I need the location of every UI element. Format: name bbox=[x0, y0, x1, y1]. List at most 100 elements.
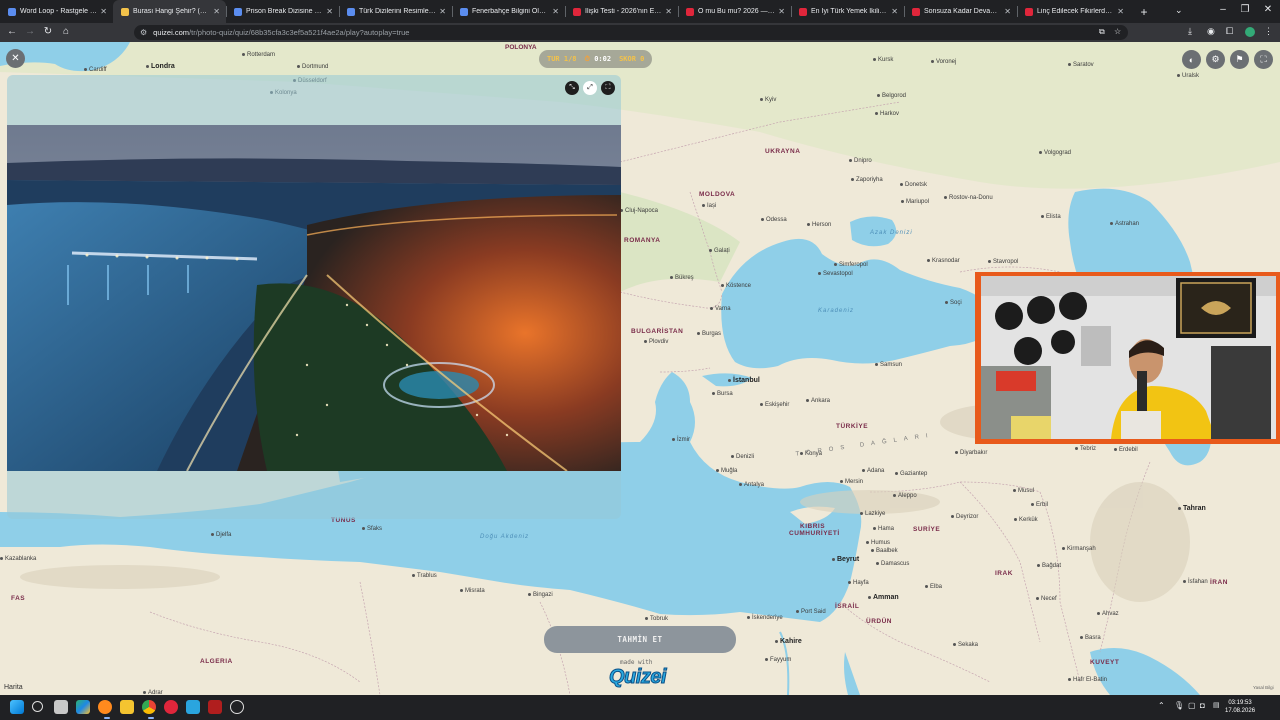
map-label-akdeniz: Doğu Akdeniz bbox=[480, 534, 530, 540]
extension-icon[interactable]: ◉ bbox=[1207, 26, 1215, 37]
map-label-moldova: MOLDOVA bbox=[699, 191, 736, 198]
start-icon[interactable] bbox=[10, 700, 24, 714]
browser-menu-icon[interactable]: ⋮ bbox=[1264, 26, 1273, 37]
browser-tab[interactable]: Linç Edilecek Fikirlerden Hangisi✕ bbox=[1017, 0, 1130, 23]
site-info-icon[interactable]: ⚙ bbox=[140, 28, 147, 37]
browser-tab[interactable]: O mu Bu mu? 2026 — Sevgilini✕ bbox=[678, 0, 791, 23]
tab-close-icon[interactable]: ✕ bbox=[326, 7, 333, 16]
tab-favicon-icon bbox=[347, 7, 355, 16]
browser-tab[interactable]: Sonsuza Kadar Devam Edecek Ki✕ bbox=[904, 0, 1017, 23]
system-clock[interactable]: 03:19:53 17.08.2026 bbox=[1225, 699, 1255, 715]
map-label-antalya: Antalya bbox=[739, 482, 764, 488]
shrink-photo-icon[interactable]: ⤡ bbox=[565, 81, 579, 95]
browser-tab[interactable]: En İyi Türk Yemek İkilisi Hangisi✕ bbox=[791, 0, 904, 23]
browser-toolbar: ← → ↻ ⌂ ⚙ quizei.com/tr/photo-quiz/quiz/… bbox=[0, 23, 1280, 42]
map-label-kazablanka: Kazablanka bbox=[0, 556, 36, 562]
tab-close-icon[interactable]: ✕ bbox=[891, 7, 898, 16]
map-label-erdebil: Erdebil bbox=[1114, 447, 1138, 453]
browser-tab[interactable]: Word Loop - Rastgele - Quizei✕ bbox=[0, 0, 113, 23]
quizei-logo[interactable]: Quizei bbox=[608, 666, 667, 689]
score-indicator: SKOR 0 bbox=[619, 55, 645, 63]
network-icon[interactable]: ▤ bbox=[1213, 701, 1220, 709]
map-label-iasi: Iași bbox=[702, 203, 716, 209]
browser-tab[interactable]: Prison Break Dizisine Ne Kadar✕ bbox=[226, 0, 339, 23]
map-label-kluj: Cluj-Napoca bbox=[620, 208, 658, 214]
legal-link[interactable]: Yasal Bilgi bbox=[1253, 685, 1274, 690]
new-tab-button[interactable]: + bbox=[1134, 5, 1154, 19]
back-icon[interactable]: ← bbox=[5, 26, 19, 37]
task-view-icon[interactable] bbox=[54, 700, 68, 714]
firefox-icon[interactable] bbox=[98, 700, 112, 714]
tab-close-icon[interactable]: ✕ bbox=[778, 7, 785, 16]
search-icon[interactable] bbox=[32, 701, 43, 712]
opera-icon[interactable] bbox=[164, 700, 178, 714]
map-label-belgorod: Belgorod bbox=[877, 93, 906, 99]
notepad-icon[interactable] bbox=[186, 700, 200, 714]
map-label-djelfa: Djelfa bbox=[211, 532, 231, 538]
guess-button[interactable]: TAHMİN ET bbox=[544, 626, 736, 653]
mic-icon[interactable]: 🎙 bbox=[1174, 701, 1184, 710]
browser-tab[interactable]: Türk Dizilerini Resimlerden Tahm✕ bbox=[339, 0, 452, 23]
browser-tab[interactable]: Fenerbahçe Bilgini Ölç - Quizei✕ bbox=[452, 0, 565, 23]
chat-icon[interactable]: ▢ bbox=[1188, 701, 1196, 710]
streaming-app-icon[interactable] bbox=[208, 700, 222, 714]
tab-close-icon[interactable]: ✕ bbox=[552, 7, 559, 16]
address-bar[interactable]: ⚙ quizei.com/tr/photo-quiz/quiz/68b35cfa… bbox=[134, 25, 1128, 40]
chrome-icon[interactable] bbox=[142, 700, 156, 714]
map-label-polonya: POLONYA bbox=[505, 44, 537, 51]
tab-close-icon[interactable]: ✕ bbox=[1117, 7, 1124, 16]
report-flag-icon[interactable]: ⚑ bbox=[1230, 50, 1249, 69]
map-label-cardiff: Cardiff bbox=[84, 67, 107, 73]
theme-toggle-icon[interactable]: ◐ bbox=[1182, 50, 1201, 69]
tab-close-icon[interactable]: ✕ bbox=[100, 7, 107, 16]
tray-overflow-icon[interactable]: ⌃ bbox=[1158, 701, 1165, 710]
tab-close-icon[interactable]: ✕ bbox=[439, 7, 446, 16]
fullscreen-photo-icon[interactable]: ⛶ bbox=[601, 81, 615, 95]
tab-title: Burası Hangi Şehir? (Türkiye) - Q bbox=[133, 8, 211, 15]
window-close-icon[interactable]: ✕ bbox=[1258, 4, 1278, 15]
map-label-kerkuk: Kerkük bbox=[1014, 517, 1038, 523]
copilot-icon[interactable] bbox=[76, 700, 90, 714]
map-label-humus: Humus bbox=[866, 540, 890, 546]
tab-close-icon[interactable]: ✕ bbox=[1004, 7, 1011, 16]
home-icon[interactable]: ⌂ bbox=[59, 26, 73, 37]
map-label-romanya: ROMANYA bbox=[624, 237, 661, 244]
settings-icon[interactable] bbox=[230, 700, 244, 714]
forward-icon[interactable]: → bbox=[23, 26, 37, 37]
map-label-ankara: Ankara bbox=[806, 398, 830, 404]
minimize-icon[interactable]: – bbox=[1213, 4, 1233, 15]
map-label-kursk: Kursk bbox=[873, 57, 893, 63]
file-explorer-icon[interactable] bbox=[120, 700, 134, 714]
map-label-suriye: SURİYE bbox=[913, 526, 941, 533]
browser-tab[interactable]: İlişki Testi - 2026'nın En Viral Te✕ bbox=[565, 0, 678, 23]
url-path: /tr/photo-quiz/quiz/68b35cfa3c3ef5a521f4… bbox=[189, 28, 410, 37]
close-quiz-button[interactable]: ✕ bbox=[6, 49, 25, 68]
expand-photo-icon[interactable]: ⤢ bbox=[583, 81, 597, 95]
puzzle-icon[interactable]: ⧠ bbox=[1226, 26, 1233, 37]
quiz-photo bbox=[7, 125, 621, 471]
tab-close-icon[interactable]: ✕ bbox=[665, 7, 672, 16]
world-map[interactable]: UKRAYNA MOLDOVA ROMANYA BULGARİSTAN TÜRKİYE K… bbox=[0, 42, 1280, 695]
tab-close-icon[interactable]: ✕ bbox=[213, 7, 220, 16]
map-label-zaporiyha: Zaporiyha bbox=[851, 177, 883, 183]
settings-gear-icon[interactable]: ⚙ bbox=[1206, 50, 1225, 69]
fullscreen-map-icon[interactable]: ⛶ bbox=[1254, 50, 1273, 69]
download-icon[interactable]: ⤓ bbox=[1188, 26, 1192, 37]
tab-title: O mu Bu mu? 2026 — Sevgilini bbox=[698, 8, 775, 15]
timer-icon: ⏱ bbox=[584, 54, 590, 63]
map-label-port: Port Said bbox=[796, 609, 826, 615]
bookmark-star-icon[interactable]: ☆ bbox=[1114, 27, 1121, 36]
webcam-feed bbox=[981, 276, 1276, 439]
map-label-trablus: Trablus bbox=[412, 573, 437, 579]
map-label-iskenderiye: İskenderiye bbox=[747, 615, 783, 621]
maximize-icon[interactable]: ❐ bbox=[1235, 4, 1255, 15]
map-label-mugla: Muğla bbox=[716, 468, 737, 474]
install-app-icon[interactable]: ⧉ bbox=[1099, 27, 1105, 37]
map-label-samsun: Samsun bbox=[875, 362, 902, 368]
map-label-mariupol: Mariupol bbox=[901, 199, 929, 205]
tab-search-icon[interactable]: ⌄ bbox=[1175, 5, 1183, 16]
browser-tab[interactable]: Burası Hangi Şehir? (Türkiye) - Q✕ bbox=[113, 0, 226, 23]
profile-avatar[interactable] bbox=[1245, 27, 1255, 37]
camera-icon[interactable]: ◘ bbox=[1200, 701, 1205, 710]
reload-icon[interactable]: ↻ bbox=[41, 26, 55, 37]
